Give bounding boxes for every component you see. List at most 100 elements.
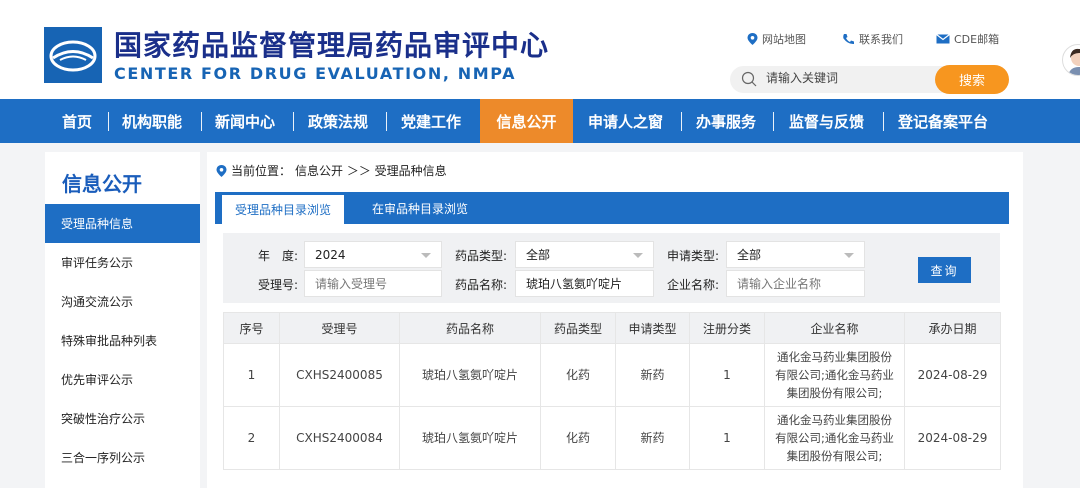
main-content: 当前位置： 信息公开 ＞＞ 受理品种信息 受理品种目录浏览 在审品种目录浏览 年 … (207, 152, 1023, 488)
sidebar-item-priority-review[interactable]: 优先审评公示 (45, 360, 200, 399)
sidebar-item-special-approval[interactable]: 特殊审批品种列表 (45, 321, 200, 360)
table-header-row: 序号 受理号 药品名称 药品类型 申请类型 注册分类 企业名称 承办日期 (223, 312, 1001, 344)
nav-divider (108, 112, 109, 131)
nav-divider (681, 112, 682, 131)
drug-name-field[interactable]: 琥珀八氢氨吖啶片 (515, 270, 654, 297)
cell-drug-type: 化药 (540, 406, 616, 470)
cell-index: 2 (223, 406, 280, 470)
year-select[interactable]: 2024 (304, 241, 442, 268)
tab-in-review-catalog[interactable]: 在审品种目录浏览 (359, 192, 481, 224)
col-header-reg-class: 注册分类 (689, 312, 765, 344)
col-header-index: 序号 (223, 312, 280, 344)
sidebar-item-accepted-varieties[interactable]: 受理品种信息 (45, 204, 200, 243)
mail-icon (936, 34, 950, 44)
year-value: 2024 (315, 247, 346, 262)
col-header-date: 承办日期 (904, 312, 1001, 344)
accept-no-input[interactable] (315, 276, 441, 291)
cell-apply-type: 新药 (615, 343, 690, 407)
cell-date: 2024-08-29 (904, 406, 1001, 470)
mail-label: CDE邮箱 (954, 33, 1000, 46)
cell-reg-class: 1 (689, 343, 765, 407)
drug-type-select[interactable]: 全部 (515, 241, 654, 268)
site-header: 国家药品监督管理局药品审评中心 CENTER FOR DRUG EVALUATI… (0, 0, 1080, 99)
cell-company: 通化金马药业集团股份有限公司;通化金马药业集团股份有限公司; (764, 406, 905, 470)
sidebar-item-review-tasks[interactable]: 审评任务公示 (45, 243, 200, 282)
page: 国家药品监督管理局药品审评中心 CENTER FOR DRUG EVALUATI… (0, 0, 1080, 488)
nav-item-info-public[interactable]: 信息公开 (480, 99, 573, 143)
apply-type-value: 全部 (737, 248, 762, 262)
search-box (730, 66, 970, 93)
accept-no-field (304, 270, 442, 297)
cell-drug-name: 琥珀八氢氨吖啶片 (399, 406, 541, 470)
cell-date: 2024-08-29 (904, 343, 1001, 407)
sidebar-title: 信息公开 (62, 172, 142, 196)
nav-divider (201, 112, 202, 131)
nav-item-policy[interactable]: 政策法规 (308, 99, 368, 143)
col-header-accept-no: 受理号 (279, 312, 400, 344)
cell-drug-type: 化药 (540, 343, 616, 407)
nav-divider (386, 112, 387, 131)
col-header-apply-type: 申请类型 (615, 312, 690, 344)
nav-item-news[interactable]: 新闻中心 (215, 99, 275, 143)
nav-item-home[interactable]: 首页 (47, 99, 107, 143)
cell-company: 通化金马药业集团股份有限公司;通化金马药业集团股份有限公司; (764, 343, 905, 407)
nav-item-functions[interactable]: 机构职能 (122, 99, 182, 143)
breadcrumb: 当前位置： 信息公开 ＞＞ 受理品种信息 (216, 162, 447, 179)
location-pin-icon (216, 164, 227, 177)
apply-type-label: 申请类型: (666, 249, 719, 263)
avatar-icon (1068, 48, 1080, 75)
nav-item-services[interactable]: 办事服务 (696, 99, 756, 143)
search-icon (741, 71, 757, 87)
apply-type-select[interactable]: 全部 (726, 241, 865, 268)
col-header-company: 企业名称 (764, 312, 905, 344)
sidebar: 信息公开 受理品种信息 审评任务公示 沟通交流公示 特殊审批品种列表 优先审评公… (45, 152, 200, 488)
cell-index: 1 (223, 343, 280, 407)
nav-item-registration[interactable]: 登记备案平台 (898, 99, 988, 143)
nav-divider (773, 112, 774, 131)
company-field (726, 270, 865, 297)
tab-accepted-catalog[interactable]: 受理品种目录浏览 (222, 195, 344, 224)
breadcrumb-prefix: 当前位置： (231, 164, 292, 178)
cell-apply-type: 新药 (615, 406, 690, 470)
nmpa-logo-icon[interactable] (44, 27, 102, 83)
nav-item-applicant[interactable]: 申请人之窗 (588, 99, 663, 143)
sidebar-item-breakthrough[interactable]: 突破性治疗公示 (45, 399, 200, 438)
nav-divider (293, 112, 294, 131)
nav-divider (883, 112, 884, 131)
sidebar-item-three-in-one[interactable]: 三合一序列公示 (45, 438, 200, 477)
contact-link[interactable]: 联系我们 (842, 31, 903, 47)
col-header-drug-name: 药品名称 (399, 312, 541, 344)
query-button[interactable]: 查询 (918, 257, 971, 283)
cell-drug-name: 琥珀八氢氨吖啶片 (399, 343, 541, 407)
drug-type-label: 药品类型: (454, 249, 507, 263)
search-input[interactable] (766, 71, 956, 85)
site-title-cn: 国家药品监督管理局药品审评中心 (114, 29, 550, 62)
col-header-drug-type: 药品类型 (540, 312, 616, 344)
search-button[interactable]: 搜索 (935, 65, 1009, 94)
sitemap-link[interactable]: 网站地图 (747, 31, 806, 47)
contact-label: 联系我们 (859, 33, 903, 46)
accept-no-label: 受理号: (257, 278, 298, 292)
nav-item-supervision[interactable]: 监督与反馈 (789, 99, 864, 143)
breadcrumb-trail: 信息公开 ＞＞ 受理品种信息 (295, 164, 447, 178)
sidebar-item-communication[interactable]: 沟通交流公示 (45, 282, 200, 321)
year-label: 年 度: (257, 249, 298, 263)
drug-type-value: 全部 (526, 248, 551, 262)
tab-bar: 受理品种目录浏览 在审品种目录浏览 (215, 192, 1009, 224)
nav-item-party[interactable]: 党建工作 (401, 99, 461, 143)
mail-link[interactable]: CDE邮箱 (936, 31, 999, 47)
site-title-en: CENTER FOR DRUG EVALUATION, NMPA (114, 64, 517, 83)
results-table: 序号 受理号 药品名称 药品类型 申请类型 注册分类 企业名称 承办日期 1 C… (223, 312, 1001, 470)
phone-icon (843, 34, 854, 45)
company-input[interactable] (737, 276, 864, 291)
filter-panel: 年 度: 2024 药品类型: 全部 申请类型: 全部 受理号: 药品名称: 琥… (223, 233, 1000, 303)
cell-reg-class: 1 (689, 406, 765, 470)
assistant-avatar[interactable] (1062, 44, 1080, 76)
table-row[interactable]: 1 CXHS2400085 琥珀八氢氨吖啶片 化药 新药 1 通化金马药业集团股… (223, 343, 1001, 407)
location-pin-icon (747, 33, 758, 45)
cell-accept-no: CXHS2400085 (279, 343, 400, 407)
drug-name-value: 琥珀八氢氨吖啶片 (526, 277, 623, 291)
table-row[interactable]: 2 CXHS2400084 琥珀八氢氨吖啶片 化药 新药 1 通化金马药业集团股… (223, 406, 1001, 470)
main-nav: 首页 机构职能 新闻中心 政策法规 党建工作 信息公开 申请人之窗 办事服务 监… (0, 99, 1080, 143)
cell-accept-no: CXHS2400084 (279, 406, 400, 470)
